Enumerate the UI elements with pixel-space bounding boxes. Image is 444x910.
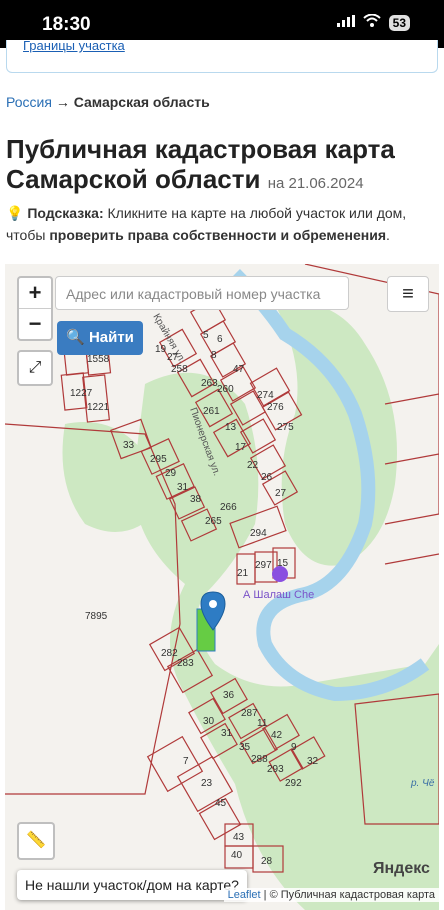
svg-text:40: 40 — [231, 850, 243, 861]
attribution-text: | © Публичная кадастровая карта — [263, 889, 435, 901]
svg-text:13: 13 — [225, 422, 237, 433]
svg-text:27: 27 — [275, 488, 287, 499]
breadcrumb-current: Самарская область — [73, 94, 210, 110]
svg-text:1221: 1221 — [87, 402, 110, 413]
svg-text:31: 31 — [177, 482, 189, 493]
svg-text:7895: 7895 — [85, 611, 108, 622]
search-input[interactable]: Адрес или кадастровый номер участка — [55, 276, 349, 310]
svg-text:295: 295 — [150, 454, 167, 465]
not-found-button[interactable]: Не нашли участок/дом на карте? — [17, 870, 247, 900]
parcel-borders-link[interactable]: Границы участка — [23, 38, 125, 53]
menu-button[interactable]: ≡ — [387, 276, 429, 312]
svg-text:38: 38 — [190, 494, 202, 505]
svg-text:32: 32 — [307, 756, 319, 767]
hamburger-icon: ≡ — [402, 283, 414, 305]
svg-text:36: 36 — [223, 690, 235, 701]
svg-text:26: 26 — [261, 472, 273, 483]
svg-text:19: 19 — [155, 344, 167, 355]
ruler-icon: 📏 — [26, 832, 46, 849]
svg-text:35: 35 — [239, 742, 251, 753]
lightbulb-icon: 💡 — [6, 205, 24, 221]
svg-text:5: 5 — [203, 330, 209, 341]
svg-text:9: 9 — [291, 742, 297, 753]
svg-text:294: 294 — [250, 528, 267, 539]
leaflet-link[interactable]: Leaflet — [228, 889, 261, 901]
svg-text:22: 22 — [247, 460, 259, 471]
svg-text:21: 21 — [237, 568, 249, 579]
map-attribution: Leaflet | © Публичная кадастровая карта — [223, 888, 439, 902]
find-button[interactable]: 🔍 Найти — [57, 321, 143, 355]
svg-text:287: 287 — [241, 708, 258, 719]
svg-text:45: 45 — [215, 798, 227, 809]
svg-text:7: 7 — [183, 756, 189, 767]
cadastral-map[interactable]: Крайняя ул. Пионерская ул. 1558 1227 1221 … — [5, 264, 439, 910]
svg-text:293: 293 — [267, 764, 284, 775]
svg-text:23: 23 — [201, 778, 213, 789]
svg-text:27: 27 — [167, 352, 179, 363]
river-label: р. Чё — [410, 778, 435, 789]
svg-text:42: 42 — [271, 730, 283, 741]
zoom-control: + − — [17, 276, 53, 341]
zoom-in-button[interactable]: + — [19, 278, 51, 308]
svg-text:276: 276 — [267, 402, 284, 413]
hint-box: 💡 Подсказка: Кликните на карте на любой … — [6, 202, 436, 246]
battery-icon: 53 — [388, 15, 410, 31]
hint-bold-text: проверить права собственности и обремене… — [49, 227, 387, 243]
hint-end: . — [386, 227, 390, 243]
svg-text:288: 288 — [251, 754, 268, 765]
signal-icon — [336, 14, 355, 32]
svg-text:266: 266 — [220, 502, 237, 513]
ruler-button[interactable]: 📏 — [17, 822, 55, 860]
breadcrumb: Россия → Самарская область — [6, 94, 210, 110]
svg-text:29: 29 — [165, 468, 177, 479]
svg-text:28: 28 — [261, 856, 273, 867]
breadcrumb-arrow: → — [55, 94, 70, 110]
expand-icon: ⤢ — [28, 359, 42, 376]
svg-text:261: 261 — [203, 406, 220, 417]
hint-label: Подсказка: — [27, 205, 104, 221]
svg-text:274: 274 — [257, 390, 274, 401]
poi-label: А Шалаш Che — [243, 589, 314, 601]
svg-text:282: 282 — [161, 648, 178, 659]
yandex-logo: Яндекс — [373, 860, 430, 877]
svg-text:292: 292 — [285, 778, 302, 789]
top-card: Границы участка — [6, 38, 438, 73]
svg-text:31: 31 — [221, 728, 233, 739]
zoom-out-button[interactable]: − — [19, 308, 51, 339]
wifi-icon — [362, 13, 381, 32]
svg-text:265: 265 — [205, 516, 222, 527]
search-icon: 🔍 — [66, 329, 85, 346]
svg-text:33: 33 — [123, 440, 135, 451]
svg-text:297: 297 — [255, 560, 272, 571]
svg-text:47: 47 — [233, 364, 245, 375]
clock: 18:30 — [42, 14, 91, 35]
svg-text:263: 263 — [201, 378, 218, 389]
status-icons: 53 — [336, 13, 410, 32]
svg-text:258: 258 — [171, 364, 188, 375]
fullscreen-button[interactable]: ⤢ — [17, 350, 53, 386]
page-title: Публичная кадастровая карта Самарской об… — [6, 134, 436, 199]
svg-text:260: 260 — [217, 384, 234, 395]
svg-text:1227: 1227 — [70, 388, 93, 399]
svg-text:1558: 1558 — [87, 354, 110, 365]
svg-text:283: 283 — [177, 658, 194, 669]
svg-text:275: 275 — [277, 422, 294, 433]
svg-text:30: 30 — [203, 716, 215, 727]
svg-text:15: 15 — [277, 558, 289, 569]
svg-text:8: 8 — [211, 350, 217, 361]
svg-text:17: 17 — [235, 442, 247, 453]
svg-text:6: 6 — [217, 334, 223, 345]
page-date: на 21.06.2024 — [267, 175, 364, 192]
svg-text:11: 11 — [257, 718, 268, 729]
find-button-label: Найти — [88, 329, 134, 346]
breadcrumb-russia-link[interactable]: Россия — [6, 94, 52, 110]
map-canvas[interactable]: Крайняя ул. Пионерская ул. 155812271221 … — [5, 264, 439, 910]
svg-text:43: 43 — [233, 832, 245, 843]
